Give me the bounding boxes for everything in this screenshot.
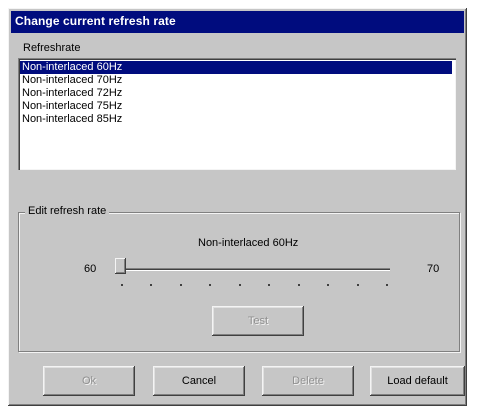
slider-track[interactable] (122, 268, 390, 271)
slider-tick (150, 284, 152, 286)
title-bar[interactable]: Change current refresh rate (11, 11, 464, 33)
slider-tick (386, 284, 388, 286)
slider-tick (121, 284, 123, 286)
slider-min-label: 60 (84, 263, 97, 275)
slider-tick (180, 284, 182, 286)
current-rate-label: Non-interlaced 60Hz (198, 237, 299, 249)
edit-refresh-rate-label: Edit refresh rate (25, 205, 110, 217)
cancel-button[interactable]: Cancel (153, 366, 245, 396)
refresh-rate-label: Refreshrate (23, 42, 81, 54)
list-item[interactable]: Non-interlaced 60Hz (20, 61, 452, 74)
slider-tick (268, 284, 270, 286)
test-button[interactable]: Test (212, 306, 304, 336)
slider-tick (357, 284, 359, 286)
list-item[interactable]: Non-interlaced 85Hz (20, 113, 452, 126)
refresh-rate-list[interactable]: Non-interlaced 60Hz Non-interlaced 70Hz … (18, 58, 456, 170)
delete-button[interactable]: Delete (262, 366, 354, 396)
slider-max-label: 70 (427, 263, 440, 275)
slider-tick (327, 284, 329, 286)
slider-tick (239, 284, 241, 286)
load-default-button[interactable]: Load default (370, 366, 465, 396)
slider-tick (209, 284, 211, 286)
slider-tick (298, 284, 300, 286)
ok-button[interactable]: Ok (43, 366, 135, 396)
window-title: Change current refresh rate (15, 14, 176, 28)
slider-thumb[interactable] (115, 258, 126, 274)
list-item[interactable]: Non-interlaced 72Hz (20, 87, 452, 100)
list-item[interactable]: Non-interlaced 75Hz (20, 100, 452, 113)
list-item[interactable]: Non-interlaced 70Hz (20, 74, 452, 87)
